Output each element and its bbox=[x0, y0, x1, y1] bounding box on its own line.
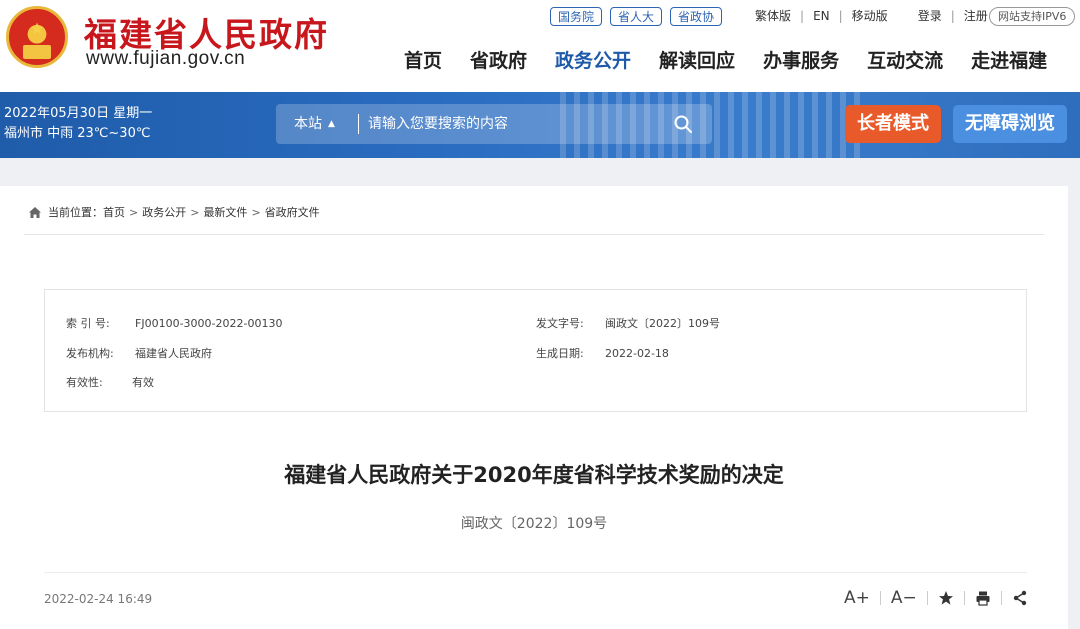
current-date: 2022年05月30日 星期一 bbox=[4, 106, 153, 121]
breadcrumb-government-affairs[interactable]: 政务公开 bbox=[142, 204, 186, 220]
mobile-link[interactable]: 移动版 bbox=[848, 7, 892, 24]
breadcrumb-prefix: 当前位置： bbox=[48, 206, 103, 219]
national-emblem-icon bbox=[6, 6, 68, 68]
share-icon[interactable] bbox=[1006, 590, 1034, 606]
document-title: 福建省人民政府关于2020年度省科学技术奖励的决定 bbox=[284, 463, 784, 487]
org-label: 发布机构: bbox=[66, 347, 114, 360]
link-shengzhengxie[interactable]: 省政协 bbox=[670, 7, 723, 26]
sort-arrows-icon[interactable]: ▲ bbox=[328, 104, 335, 144]
link-guowuyuan[interactable]: 国务院 bbox=[550, 7, 603, 26]
doc-number-row: 发文字号: 闽政文〔2022〕109号 bbox=[536, 315, 720, 331]
accessible-browse-button[interactable]: 无障碍浏览 bbox=[953, 105, 1067, 143]
nav-interaction[interactable]: 互动交流 bbox=[853, 46, 957, 76]
article-content: 当前位置： 首页 > 政务公开 > 最新文件 > 省政府文件 索 引 号: FJ0… bbox=[0, 186, 1068, 629]
ipv6-badge: 网站支持IPV6 bbox=[989, 7, 1076, 26]
validity-value: 有效 bbox=[132, 376, 154, 389]
index-row: 索 引 号: FJ00100-3000-2022-00130 bbox=[66, 315, 282, 331]
nav-services[interactable]: 办事服务 bbox=[749, 46, 853, 76]
date-row: 生成日期: 2022-02-18 bbox=[536, 345, 669, 361]
font-decrease-button[interactable]: A− bbox=[885, 588, 923, 608]
article-tools: A+ A− bbox=[838, 588, 1034, 608]
nav-home[interactable]: 首页 bbox=[390, 46, 456, 76]
validity-row: 有效性: 有效 bbox=[66, 374, 154, 390]
index-label: 索 引 号: bbox=[66, 317, 110, 330]
breadcrumb-provincial-documents[interactable]: 省政府文件 bbox=[265, 204, 320, 220]
search-scope-select[interactable]: 本站 bbox=[294, 104, 322, 144]
doc-number-label: 发文字号: bbox=[536, 317, 584, 330]
english-link[interactable]: EN bbox=[809, 9, 834, 23]
date-weather: 2022年05月30日 星期一 福州市 中雨 23℃~30℃ bbox=[4, 104, 152, 144]
favorite-star-icon[interactable] bbox=[932, 590, 960, 606]
utility-links: 繁体版 | EN | 移动版 登录 | 注册 bbox=[751, 7, 992, 24]
traditional-chinese-link[interactable]: 繁体版 bbox=[751, 7, 795, 24]
document-metadata: 索 引 号: FJ00100-3000-2022-00130 发文字号: 闽政文〔2… bbox=[44, 289, 1027, 412]
breadcrumb: 当前位置： 首页 > 政务公开 > 最新文件 > 省政府文件 bbox=[28, 204, 320, 220]
validity-label: 有效性: bbox=[66, 376, 103, 389]
link-shengrenda[interactable]: 省人大 bbox=[610, 7, 663, 26]
search-icon[interactable] bbox=[673, 114, 693, 134]
elder-mode-button[interactable]: 长者模式 bbox=[845, 105, 941, 143]
weather-info: 福州市 中雨 23℃~30℃ bbox=[4, 126, 151, 141]
publish-time: 2022-02-24 16:49 bbox=[44, 592, 153, 606]
document-number: 闽政文〔2022〕109号 bbox=[460, 516, 608, 532]
login-link[interactable]: 登录 bbox=[914, 7, 946, 24]
search-box: 本站 ▲ bbox=[276, 104, 712, 144]
nav-government-affairs[interactable]: 政务公开 bbox=[541, 46, 645, 76]
nav-about-fujian[interactable]: 走进福建 bbox=[957, 46, 1061, 76]
print-icon[interactable] bbox=[969, 590, 997, 606]
top-links: 国务院 省人大 省政协 bbox=[550, 7, 723, 26]
register-link[interactable]: 注册 bbox=[960, 7, 992, 24]
breadcrumb-home[interactable]: 首页 bbox=[103, 204, 125, 220]
site-url: www.fujian.gov.cn bbox=[86, 48, 246, 69]
breadcrumb-latest-documents[interactable]: 最新文件 bbox=[203, 204, 247, 220]
nav-interpretation[interactable]: 解读回应 bbox=[645, 46, 749, 76]
date-label: 生成日期: bbox=[536, 347, 584, 360]
doc-number-value: 闽政文〔2022〕109号 bbox=[605, 317, 720, 330]
index-value: FJ00100-3000-2022-00130 bbox=[135, 317, 283, 330]
search-bar-banner: 2022年05月30日 星期一 福州市 中雨 23℃~30℃ 本站 ▲ 长者模式… bbox=[0, 92, 1080, 158]
nav-provincial-government[interactable]: 省政府 bbox=[456, 46, 541, 76]
site-header: 福建省人民政府 www.fujian.gov.cn 国务院 省人大 省政协 繁体… bbox=[0, 0, 1080, 92]
org-row: 发布机构: 福建省人民政府 bbox=[66, 345, 212, 361]
main-nav: 首页 省政府 政务公开 解读回应 办事服务 互动交流 走进福建 bbox=[390, 46, 1061, 76]
org-value: 福建省人民政府 bbox=[135, 347, 212, 360]
search-input[interactable] bbox=[368, 110, 658, 138]
home-icon bbox=[29, 206, 41, 218]
date-value: 2022-02-18 bbox=[605, 347, 669, 360]
font-increase-button[interactable]: A+ bbox=[838, 588, 876, 608]
